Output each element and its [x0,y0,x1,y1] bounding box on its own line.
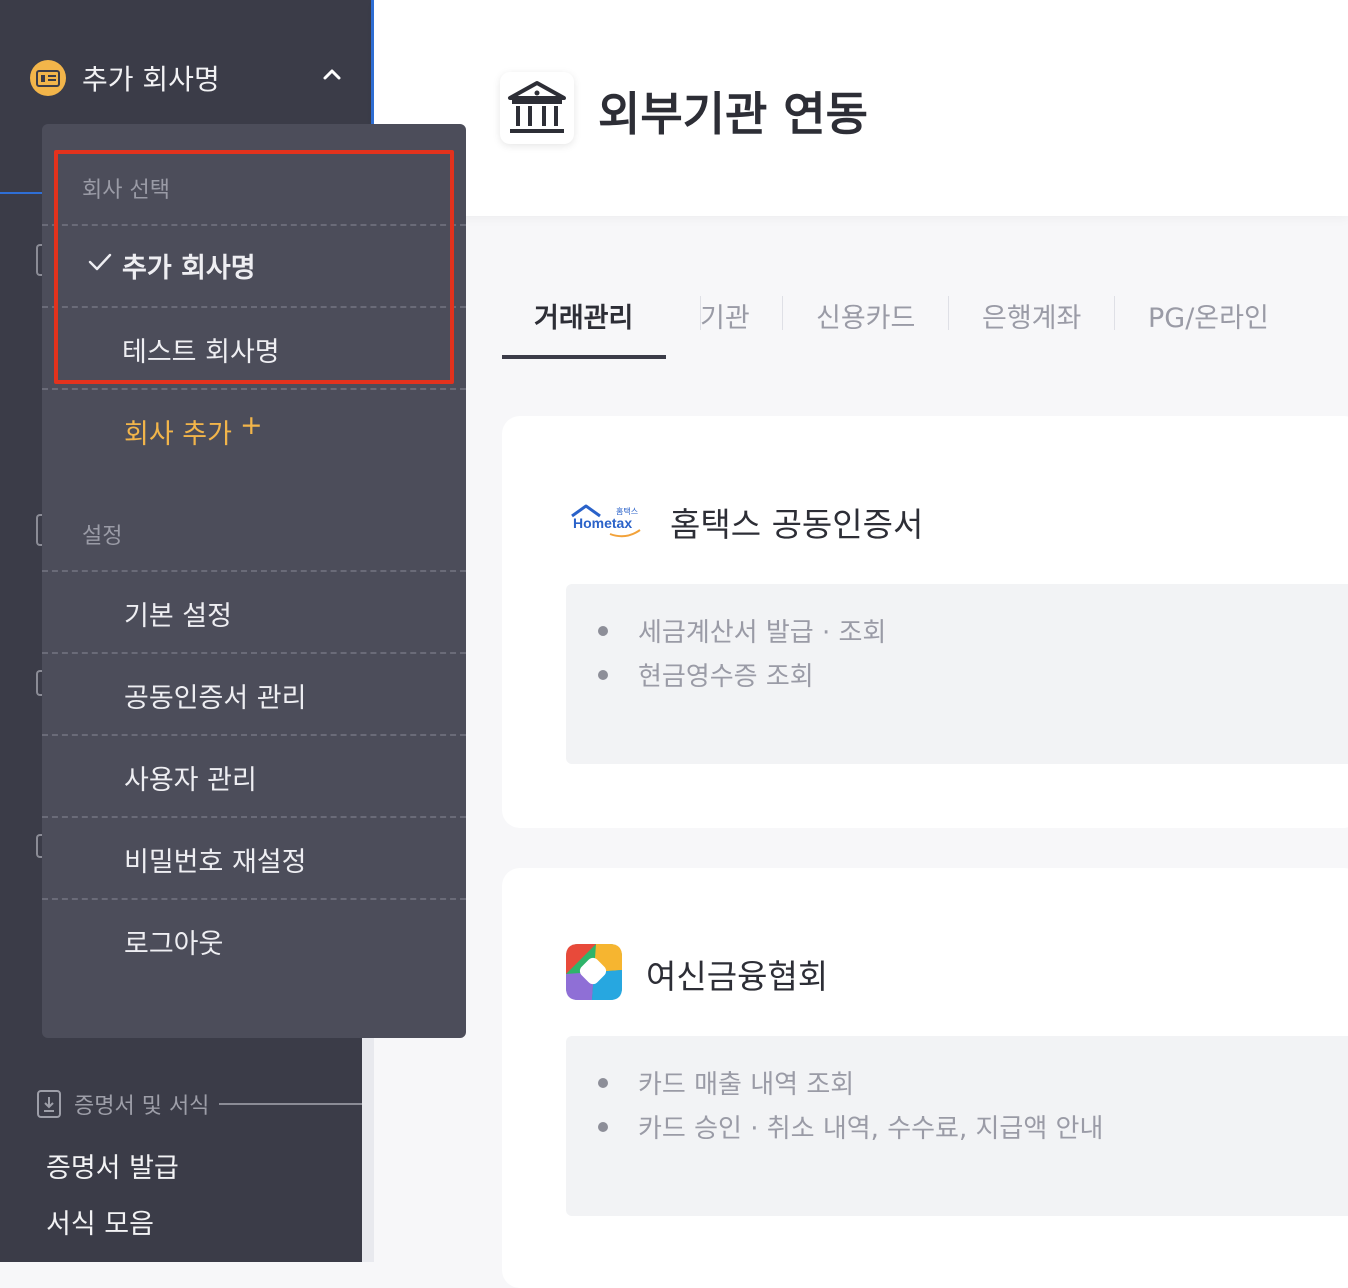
company-switcher[interactable]: 추가 회사명 [30,60,220,96]
company-icon [30,60,66,96]
svg-text:Hometax: Hometax [573,515,632,531]
form-collection-link[interactable]: 서식 모음 [46,1202,154,1241]
tab-divider [1114,296,1115,330]
feature-item: 카드 승인 · 취소 내역, 수수료, 지급액 안내 [638,1114,1104,1144]
menu-item-basic-settings[interactable]: 기본 설정 [42,570,466,652]
tab-credit-card[interactable]: 신용카드 [816,296,915,335]
bank-badge [500,72,574,144]
tab-divider [948,296,949,330]
add-company-button[interactable]: 회사 추가 + [42,388,466,470]
crefia-logo [566,944,622,1000]
tab-pg-online[interactable]: PG/온라인 [1148,296,1269,335]
menu-item-certificate-management[interactable]: 공동인증서 관리 [42,652,466,734]
menu-item-password-reset[interactable]: 비밀번호 재설정 [42,816,466,898]
bullet-icon [598,1122,608,1132]
tab-bank-account[interactable]: 은행계좌 [982,296,1081,335]
menu-item-label: 비밀번호 재설정 [124,847,307,878]
page-title: 외부기관 연동 [598,87,868,141]
hometax-card-title: 홈택스 공동인증서 [670,505,924,544]
feature-item: 세금계산서 발급 · 조회 [638,618,887,648]
feature-item: 현금영수증 조회 [638,662,814,692]
svg-text:홈택스: 홈택스 [616,506,638,516]
bullet-icon [598,626,608,636]
bullet-icon [598,1078,608,1088]
tab-divider [782,296,783,330]
tab-transactions[interactable]: 거래관리 [534,296,633,335]
section-divider [219,1103,362,1105]
plus-icon: + [240,410,263,441]
menu-item-user-management[interactable]: 사용자 관리 [42,734,466,816]
sidebar-active-line [0,192,44,194]
certificate-section-header: 증명서 및 서식 [36,1088,362,1120]
menu-item-logout[interactable]: 로그아웃 [42,898,466,980]
bank-icon [508,81,566,133]
current-company-name: 추가 회사명 [82,63,220,96]
tab-institution[interactable]: 기관 [700,296,750,335]
certificate-issue-link[interactable]: 증명서 발급 [46,1146,179,1185]
content-edge [362,1038,374,1262]
highlight-annotation-box [54,150,454,384]
certificate-section-label: 증명서 및 서식 [74,1094,210,1119]
menu-item-label: 기본 설정 [124,601,232,632]
download-icon [37,1090,61,1118]
hometax-logo: Hometax 홈택스 [570,502,644,540]
settings-header: 설정 [82,524,123,549]
add-company-label: 회사 추가 [124,419,232,450]
feature-item: 카드 매출 내역 조회 [638,1070,855,1100]
menu-item-label: 공동인증서 관리 [124,683,307,714]
menu-item-label: 사용자 관리 [124,765,257,796]
chevron-up-icon[interactable] [320,62,344,86]
crefia-card-title: 여신금융협회 [646,957,829,996]
menu-item-label: 로그아웃 [124,929,224,960]
active-tab-indicator [502,355,666,359]
bullet-icon [598,670,608,680]
